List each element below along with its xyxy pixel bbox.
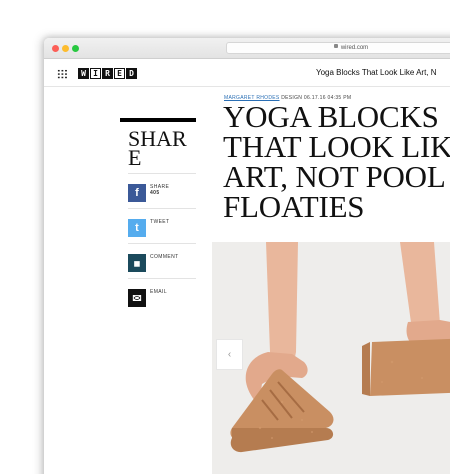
article-headline: YOGA BLOCKS THAT LOOK LIKE ART, NOT POOL… (223, 99, 450, 224)
logo-letter: E (114, 68, 125, 79)
headline-line: FLOATIES (223, 189, 365, 224)
share-comment-label: COMMENT (150, 254, 179, 260)
address-text: wired.com (340, 45, 369, 51)
gallery-prev-button[interactable]: ‹ (216, 339, 243, 370)
share-comment-item[interactable]: ◼ COMMENT (128, 243, 196, 277)
article-photo-yoga-blocks[interactable] (212, 242, 450, 474)
share-email-label: EMAIL (150, 289, 168, 295)
share-count: 405 (150, 190, 160, 196)
wired-logo[interactable]: W I R E D (78, 68, 138, 79)
address-bar[interactable]: wired.com (226, 42, 450, 54)
share-twitter-label: TWEET (150, 219, 170, 225)
maximize-window-button[interactable] (72, 45, 79, 52)
headline-line: THAT LOOK LIKE (223, 129, 450, 164)
share-twitter-item[interactable]: t TWEET (128, 208, 196, 242)
logo-letter: R (102, 68, 113, 79)
twitter-icon: t (128, 219, 146, 237)
comment-icon: ◼ (128, 254, 146, 272)
share-facebook-label-group: SHARE 405 (150, 184, 169, 196)
yoga-blocks-image (212, 242, 450, 474)
headline-line: ART, NOT POOL (223, 159, 446, 194)
browser-window: wired.com W I R E D Yoga Blocks That Loo… (44, 38, 450, 474)
browser-toolbar: wired.com (44, 38, 450, 59)
site-header: W I R E D Yoga Blocks That Look Like Art… (44, 60, 450, 87)
share-divider (120, 118, 196, 122)
close-window-button[interactable] (52, 45, 59, 52)
logo-letter: D (126, 68, 137, 79)
logo-letter: I (90, 68, 101, 79)
share-facebook-item[interactable]: f SHARE 405 (128, 173, 196, 207)
headline-line: YOGA BLOCKS (223, 99, 439, 134)
chevron-left-icon: ‹ (227, 349, 232, 360)
share-heading: SHARE (128, 126, 187, 170)
header-article-title: Yoga Blocks That Look Like Art, N (316, 68, 437, 77)
logo-letter: W (78, 68, 89, 79)
menu-grid-icon[interactable] (57, 69, 68, 79)
share-email-item[interactable]: ✉ EMAIL (128, 278, 196, 312)
email-icon: ✉ (128, 289, 146, 307)
minimize-window-button[interactable] (62, 45, 69, 52)
lock-icon (333, 44, 338, 49)
facebook-icon: f (128, 184, 146, 202)
